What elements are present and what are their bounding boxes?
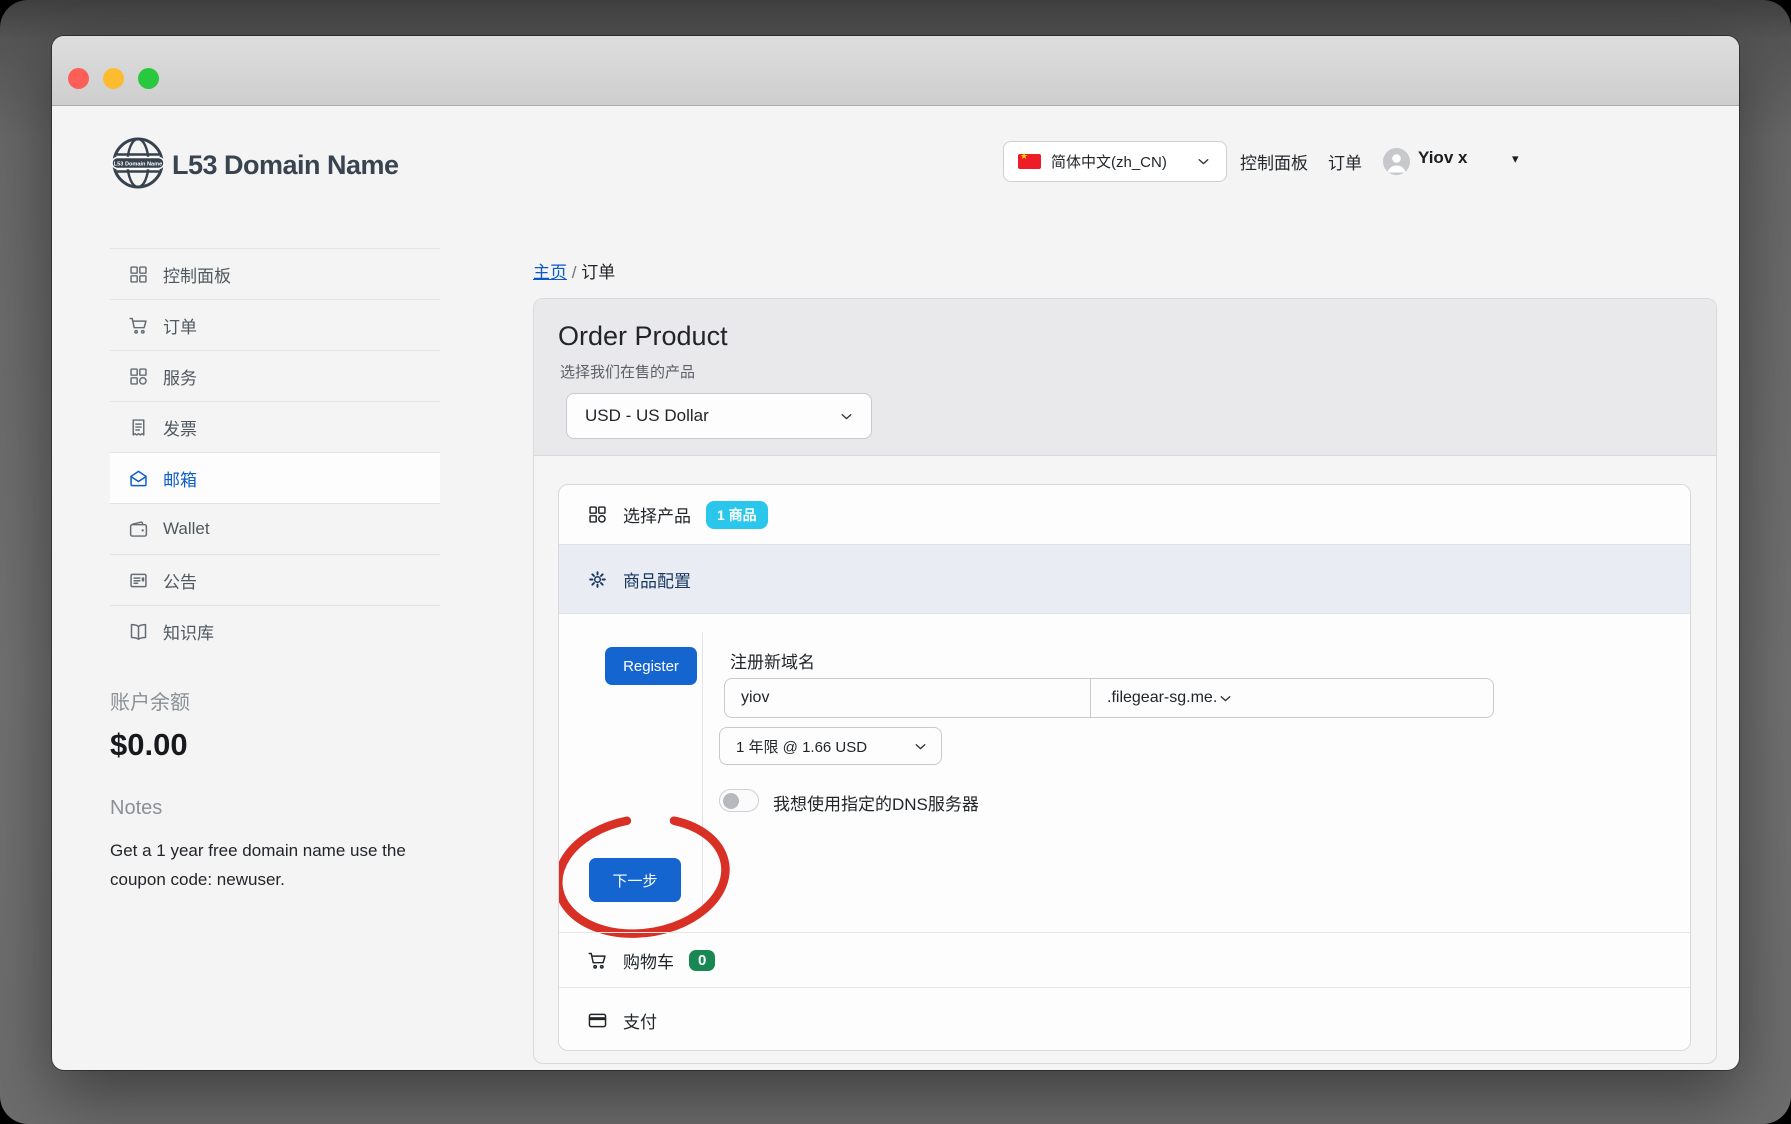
custom-dns-toggle[interactable] [719,789,759,812]
sidebar-item-services[interactable]: 服务 [110,350,440,401]
sidebar-label: 邮箱 [163,466,197,491]
chevron-down-icon [912,738,929,755]
minimize-window-button[interactable] [103,68,124,89]
tld-selected-value: .filegear-sg.me. [1107,689,1217,707]
breadcrumb-current: 订单 [581,263,615,282]
close-window-button[interactable] [68,68,89,89]
maximize-window-button[interactable] [138,68,159,89]
grid-icon [128,264,149,285]
user-avatar[interactable] [1383,148,1410,175]
gear-icon [587,569,608,590]
credit-card-icon [587,1010,608,1031]
step-label: 商品配置 [623,567,691,592]
tld-select[interactable]: .filegear-sg.me. [1090,679,1493,717]
sidebar-label: 订单 [163,313,197,338]
balance-value: $0.00 [110,727,440,763]
currency-select[interactable]: USD - US Dollar [566,393,872,439]
cn-flag-icon [1018,154,1041,169]
svg-text:L53 Domain Name: L53 Domain Name [114,162,163,168]
notes-label: Notes [110,797,440,820]
sidebar-item-announcements[interactable]: 公告 [110,554,440,605]
language-select[interactable]: 简体中文(zh_CN) [1003,141,1227,182]
notes-text: Get a 1 year free domain name use the co… [110,836,430,894]
order-steps-card: 选择产品 1 商品 商品配置 Register 注册新域名 [558,484,1691,1051]
cart-count-badge: 0 [689,950,715,971]
services-grid-icon [587,504,608,525]
breadcrumb: 主页 / 订单 [533,258,615,283]
page-subtitle: 选择我们在售的产品 [560,361,695,382]
page-title: Order Product [558,321,728,352]
breadcrumb-separator: / [572,263,577,282]
sidebar-label: 知识库 [163,619,214,644]
sidebar-item-knowledgebase[interactable]: 知识库 [110,605,440,656]
sidebar-item-wallet[interactable]: Wallet [110,503,440,554]
cart-icon [587,950,608,971]
cart-icon [128,315,149,336]
invoice-icon [128,417,149,438]
wallet-icon [128,519,149,540]
sidebar-item-orders[interactable]: 订单 [110,299,440,350]
chevron-down-icon [838,408,855,425]
domain-name-input[interactable] [725,679,1090,717]
screenshot-root: L53 Domain Name L53 Domain Name 简体中文(zh_… [0,0,1791,1124]
mail-icon [128,468,149,489]
user-menu[interactable]: Yiov x [1418,148,1467,168]
services-grid-icon [128,366,149,387]
step-payment[interactable]: 支付 [559,987,1690,1051]
next-step-button[interactable]: 下一步 [589,858,681,902]
sidebar-item-dashboard[interactable]: 控制面板 [110,248,440,299]
sidebar-label: Wallet [163,519,210,539]
chevron-down-icon [1195,153,1212,170]
sidebar-label: 控制面板 [163,262,231,287]
announcement-icon [128,570,149,591]
page-content: L53 Domain Name L53 Domain Name 简体中文(zh_… [52,107,1739,1070]
toggle-knob [723,793,739,809]
nav-orders-link[interactable]: 订单 [1328,149,1362,174]
step-label: 选择产品 [623,502,691,527]
custom-dns-toggle-label: 我想使用指定的DNS服务器 [773,790,979,815]
registration-period-select[interactable]: 1 年限 @ 1.66 USD [719,727,942,765]
knowledgebase-icon [128,621,149,642]
step-cart[interactable]: 购物车 0 [559,932,1690,987]
product-config-form: Register 注册新域名 .filegear-sg.me. [559,614,1690,932]
domain-input-group: .filegear-sg.me. [724,678,1494,718]
balance-label: 账户余额 [110,686,440,715]
step-label: 购物车 [623,948,674,973]
step-select-product[interactable]: 选择产品 1 商品 [559,485,1690,544]
register-domain-label: 注册新域名 [730,648,815,673]
sidebar: 控制面板 订单 服务 发票 邮箱 [110,248,440,894]
browser-window: L53 Domain Name L53 Domain Name 简体中文(zh_… [52,36,1739,1070]
logo-text: L53 Domain Name [172,150,399,181]
form-divider [702,632,703,914]
order-product-card: Order Product 选择我们在售的产品 USD - US Dollar … [533,298,1717,1064]
sidebar-item-invoices[interactable]: 发票 [110,401,440,452]
currency-selected-value: USD - US Dollar [585,406,709,426]
breadcrumb-home-link[interactable]: 主页 [533,263,567,282]
globe-logo-icon: L53 Domain Name [110,135,166,196]
sidebar-label: 公告 [163,568,197,593]
titlebar [52,36,1739,106]
step-product-config[interactable]: 商品配置 [559,544,1690,614]
sidebar-label: 服务 [163,364,197,389]
chevron-down-icon [1217,690,1234,707]
nav-dashboard-link[interactable]: 控制面板 [1240,149,1308,174]
sidebar-item-mailbox[interactable]: 邮箱 [110,452,440,503]
product-count-badge: 1 商品 [706,501,768,529]
site-logo[interactable]: L53 Domain Name L53 Domain Name [110,135,399,196]
step-label: 支付 [623,1008,657,1033]
register-tab-button[interactable]: Register [605,647,697,685]
period-selected-value: 1 年限 @ 1.66 USD [736,736,867,757]
user-caret-down-icon: ▾ [1512,151,1519,167]
language-selected-value: 简体中文(zh_CN) [1051,151,1185,172]
sidebar-label: 发票 [163,415,197,440]
order-card-header: Order Product 选择我们在售的产品 USD - US Dollar [534,299,1716,456]
